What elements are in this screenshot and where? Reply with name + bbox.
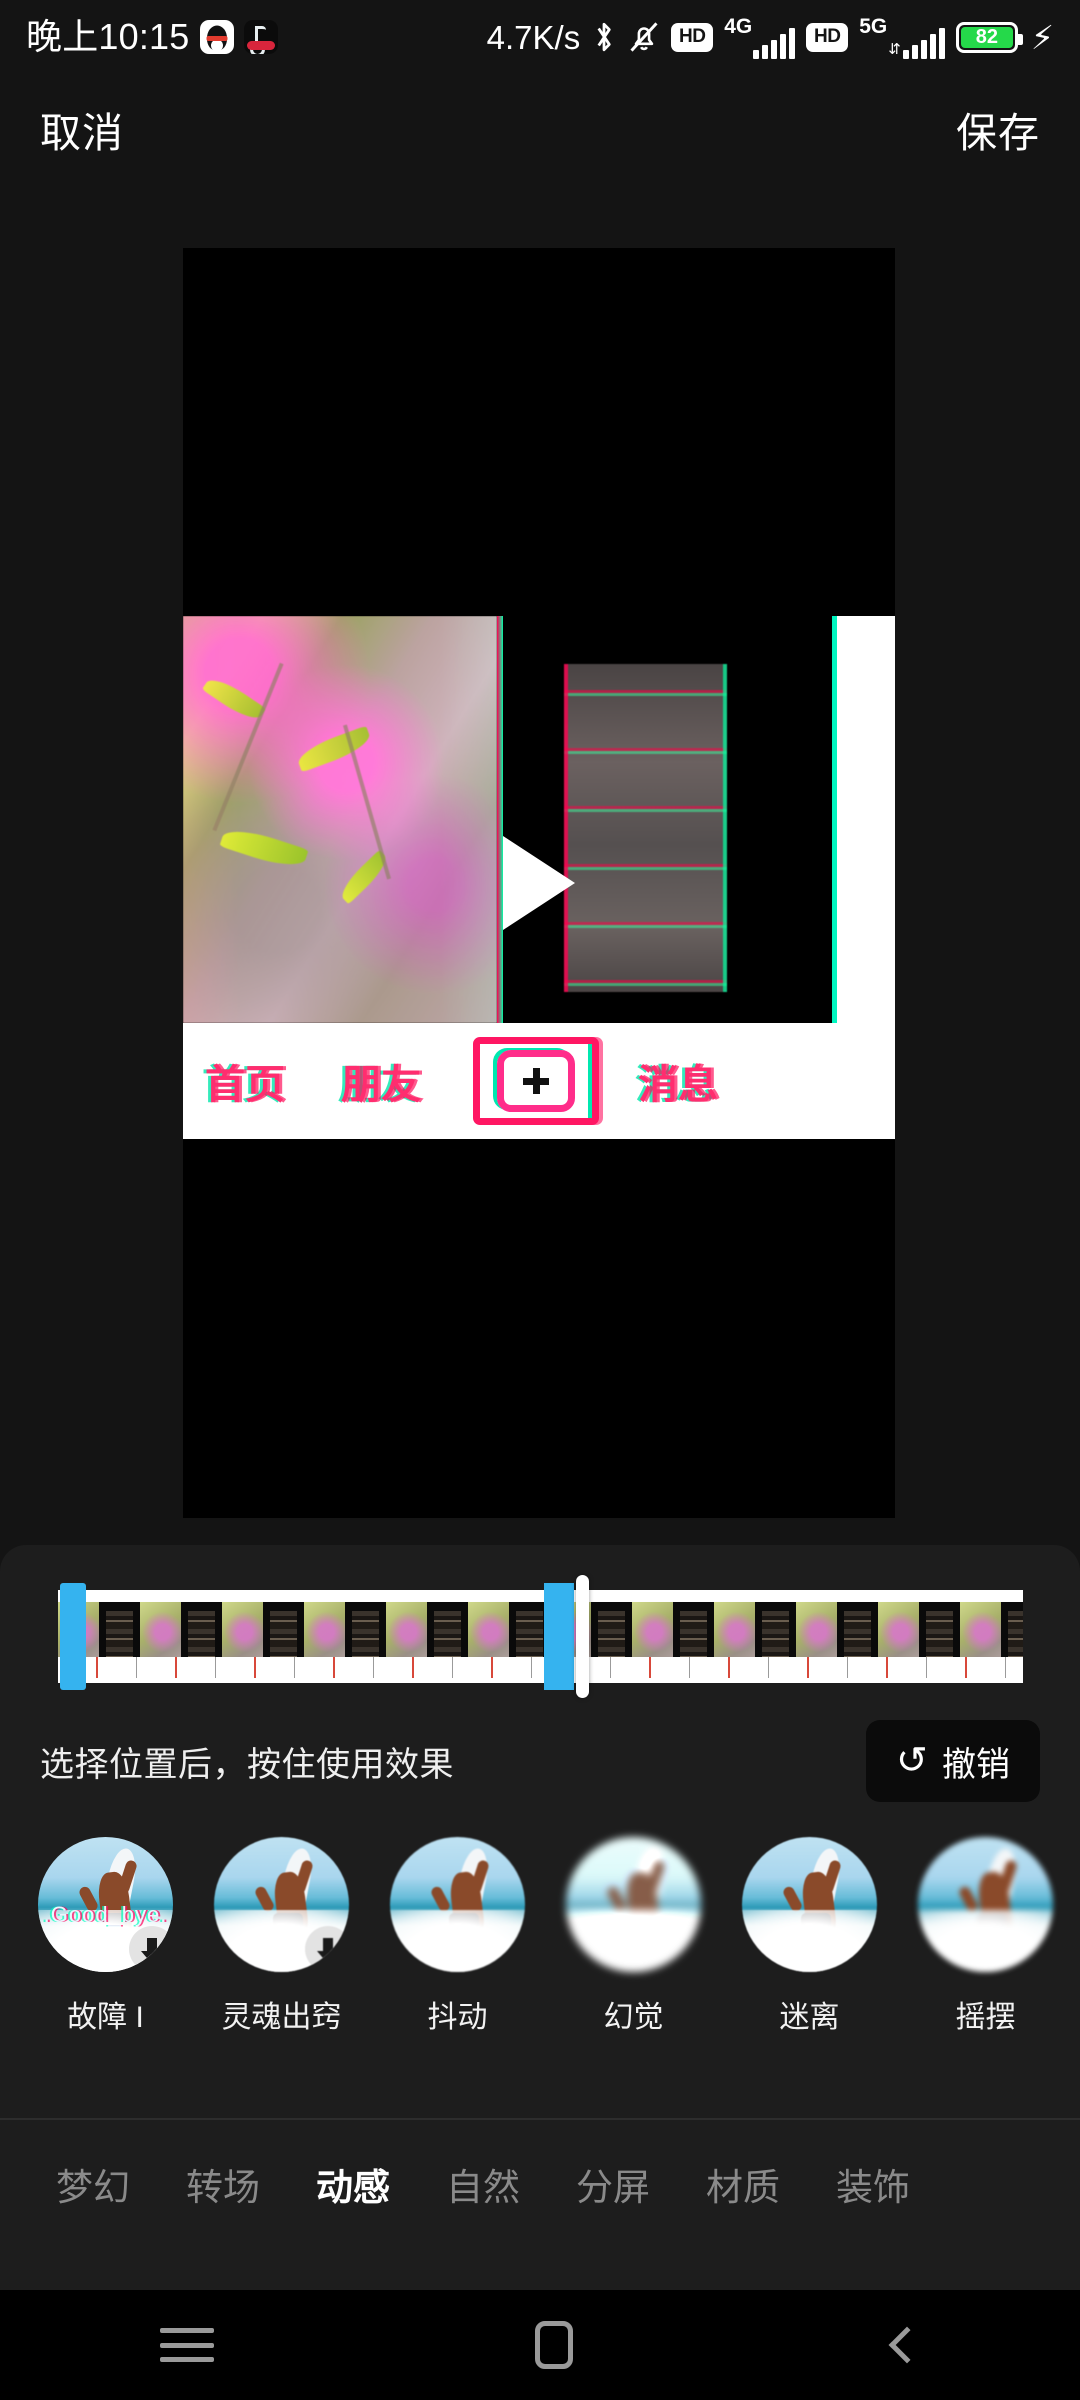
status-bar: 晚上10:15 4.7K/s HD 4G HD 5G ⇵ 82 ⚡ [0,0,1080,74]
glitch-edge [497,616,503,1023]
tiktok-icon [243,20,278,54]
letterbox-top [183,248,895,616]
battery-icon: 82 [955,21,1023,53]
effect-item[interactable]: 迷离 [742,1837,877,2087]
signal-sim2: 5G ⇵ [859,16,945,59]
timeline-effect-marker[interactable] [544,1583,574,1690]
status-bar-left: 晚上10:15 [26,19,278,55]
signal-sim1: 4G [724,14,796,59]
effect-thumbnail[interactable]: .Good_bye. [38,1837,173,1972]
android-nav-bar [0,2290,1080,2400]
battery-level: 82 [975,25,998,48]
effect-item[interactable]: .Good_bye. 故障 I [38,1837,173,2087]
inner-app-navbar: 首页 朋友 消息 [183,1023,895,1139]
timeline-ruler [58,1657,1023,1678]
status-bar-right: 4.7K/s HD 4G HD 5G ⇵ 82 ⚡ [487,16,1054,59]
timeline-filmstrip [58,1590,1023,1683]
hint-row: 选择位置后，按住使用效果 ↻ 撤销 [0,1713,1080,1809]
frame-white-band [832,616,895,1023]
effect-label: 迷离 [779,2001,840,2034]
tab-0[interactable]: 梦幻 [28,2169,158,2206]
tab-4[interactable]: 分屏 [548,2169,678,2206]
inner-nav-friends: 朋友 [341,1063,421,1107]
letterbox-bottom [183,1139,895,1518]
save-button[interactable]: 保存 [956,112,1040,154]
effect-item[interactable]: 抖动 [390,1837,525,2087]
bell-muted-icon [630,22,658,52]
effect-label: 灵魂出窍 [221,2001,342,2034]
tab-5[interactable]: 材质 [678,2169,808,2206]
play-icon[interactable] [503,836,575,930]
effect-item[interactable]: 摇摆 [918,1837,1053,2087]
effect-label: 故障 I [67,2001,144,2034]
effect-thumbnail[interactable] [742,1837,877,1972]
effects-list[interactable]: .Good_bye. 故障 I 灵魂出窍 抖动 幻觉 迷离 摇摆 [0,1837,1080,2087]
inner-nav-messages: 消息 [638,1063,718,1107]
home-icon[interactable] [534,2321,573,2369]
cancel-button[interactable]: 取消 [40,112,124,154]
back-icon[interactable] [888,2326,926,2364]
network-speed: 4.7K/s [486,18,581,56]
video-timeline[interactable] [58,1575,1023,1698]
download-icon[interactable] [305,1926,349,1972]
status-time: 晚上10:15 [26,16,190,57]
frame-mid-photo [564,664,727,992]
undo-label: 撤销 [942,1745,1010,1784]
timeline-start-handle[interactable] [60,1583,86,1690]
effect-thumbnail[interactable] [214,1837,349,1972]
frame-left-photo [183,616,497,1023]
video-preview[interactable]: 163 47 首页 朋友 消息 [183,248,895,1518]
app-screen: 晚上10:15 4.7K/s HD 4G HD 5G ⇵ 82 ⚡ 取消 保存 … [0,0,1080,2400]
effect-label: 抖动 [427,2001,488,2034]
inner-nav-create-button [473,1037,599,1125]
tab-1[interactable]: 转场 [158,2169,288,2206]
undo-button[interactable]: ↻ 撤销 [866,1720,1040,1802]
network-type-sim2: 5G [859,14,888,38]
tab-2[interactable]: 动感 [288,2169,418,2206]
editor-sheet: 选择位置后，按住使用效果 ↻ 撤销 .Good_bye. 故障 I 灵魂出窍 抖动 幻觉… [0,1545,1080,2400]
effect-thumbnail[interactable] [390,1837,525,1972]
plus-icon [497,1050,575,1112]
bluetooth-icon [597,22,611,52]
charging-bolt-icon: ⚡ [1030,18,1054,56]
tab-3[interactable]: 自然 [418,2169,548,2206]
effect-thumbnail[interactable] [566,1837,701,1972]
undo-arrow-icon: ↻ [896,1740,928,1782]
qq-icon [199,20,234,54]
category-tabs[interactable]: 梦幻 转场 动感 自然 分屏 材质 装饰 [0,2120,1080,2255]
timeline-playhead[interactable] [576,1575,589,1698]
effect-label: 幻觉 [603,2001,664,2034]
network-type-sim1: 4G [724,14,753,38]
tab-6[interactable]: 装饰 [808,2169,938,2206]
download-icon[interactable] [129,1926,173,1972]
effect-item[interactable]: 灵魂出窍 [214,1837,349,2087]
inner-nav-home: 首页 [205,1063,285,1107]
hd-badge-sim2: HD [806,22,849,52]
preview-stage: 163 47 首页 朋友 消息 [0,192,1080,1542]
effect-item[interactable]: 幻觉 [566,1837,701,2087]
hint-text: 选择位置后，按住使用效果 [40,1745,454,1784]
data-arrows-icon: ⇵ [888,40,901,58]
effect-label: 摇摆 [955,2001,1016,2034]
top-action-bar: 取消 保存 [0,74,1080,192]
recents-icon[interactable] [160,2328,215,2362]
hd-badge-sim1: HD [671,22,714,52]
effect-thumbnail[interactable] [918,1837,1053,1972]
